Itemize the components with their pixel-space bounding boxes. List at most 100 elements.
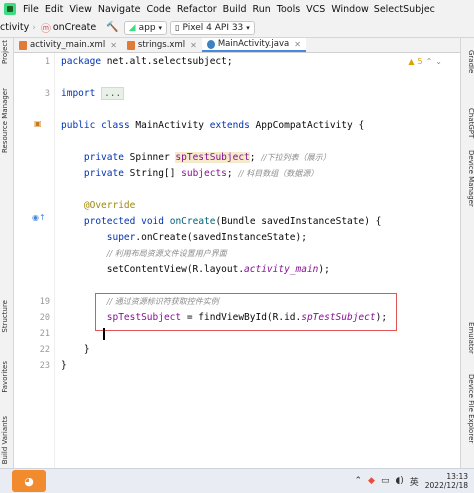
chevron-up-icon[interactable]: ⌃	[426, 57, 433, 66]
line-number: 1	[44, 57, 50, 67]
line-number: 23	[39, 361, 50, 371]
menu-window[interactable]: Window	[328, 4, 371, 15]
field-name: subjects	[181, 168, 227, 179]
menu-refactor[interactable]: Refactor	[174, 4, 220, 15]
keyword: protected	[83, 216, 136, 227]
menu-run[interactable]: Run	[250, 4, 274, 15]
right-tool-strip: Gradle ChatGPT Device Manager Emulator D…	[460, 38, 474, 468]
statement: .onCreate(savedInstanceState);	[135, 232, 307, 243]
taskbar-app-icon[interactable]: ◕	[12, 470, 46, 492]
close-icon[interactable]: ✕	[190, 41, 197, 50]
breadcrumb-separator: ›	[32, 22, 36, 33]
punctuation: );	[318, 264, 330, 275]
menu-navigate[interactable]: Navigate	[95, 4, 144, 15]
superclass: AppCompatActivity {	[249, 120, 365, 131]
network-icon[interactable]: ▭	[381, 476, 390, 486]
class-implementation-icon[interactable]: ▣	[34, 119, 42, 128]
tab-strings-xml[interactable]: strings.xml ✕	[122, 38, 202, 52]
device-label: Pixel 4 API 33	[182, 22, 244, 33]
field-name: spTestSubject	[175, 152, 250, 163]
menu-vcs[interactable]: VCS	[303, 4, 328, 15]
keyword: public	[61, 120, 96, 131]
tool-window-favorites[interactable]: Favorites	[1, 361, 13, 393]
menu-file[interactable]: File	[20, 4, 42, 15]
highlight-box	[95, 293, 397, 331]
code-line: }	[61, 360, 67, 371]
tool-window-resource-manager[interactable]: Resource Manager	[1, 88, 13, 153]
menu-code[interactable]: Code	[143, 4, 173, 15]
os-taskbar: ◕ ⌃ ◆ ▭ ◖) 英 13:13 2022/12/18	[0, 468, 474, 493]
close-icon[interactable]: ✕	[110, 41, 117, 50]
chevron-down-icon[interactable]: ⌄	[435, 57, 442, 66]
menu-build[interactable]: Build	[220, 4, 250, 15]
keyword: package	[61, 56, 102, 67]
xml-file-icon	[19, 40, 27, 50]
tool-window-device-manager[interactable]: Device Manager	[463, 150, 474, 207]
tool-window-build-variants[interactable]: Build Variants	[1, 416, 13, 464]
type-name: String[]	[123, 168, 182, 179]
statement: setContentView(R.layout.	[106, 264, 245, 275]
editor-tabs: activity_main.xml ✕ strings.xml ✕ MainAc…	[14, 38, 460, 53]
code-line: import ...	[61, 87, 125, 100]
field-name: activity_main	[244, 264, 319, 275]
code-line: public class MainActivity extends AppCom…	[61, 120, 364, 131]
punctuation: ;	[249, 152, 262, 163]
chevron-down-icon: ▾	[158, 23, 163, 32]
keyword: super	[106, 232, 136, 243]
tab-main-activity-java[interactable]: MainActivity.java ✕	[201, 38, 306, 52]
window-title: SelectSubjec	[373, 3, 435, 15]
app-tray-icon[interactable]: ◆	[368, 476, 375, 486]
run-config-select[interactable]: ◢ app ▾	[123, 20, 168, 35]
code-editor[interactable]: ▲ 5 ⌃ ⌄ package net.alt.selectsubject; i…	[54, 53, 446, 468]
hammer-icon[interactable]: 🔨	[106, 22, 118, 33]
chevron-up-icon[interactable]: ⌃	[355, 476, 363, 486]
code-line: protected void onCreate(Bundle savedInst…	[61, 216, 381, 227]
breadcrumb-class[interactable]: ctivity	[0, 22, 29, 33]
tab-activity-main-xml[interactable]: activity_main.xml ✕	[14, 38, 122, 52]
tool-window-emulator[interactable]: Emulator	[463, 322, 474, 354]
inspection-widget[interactable]: ▲ 5 ⌃ ⌄	[408, 57, 442, 66]
menu-edit[interactable]: Edit	[42, 4, 66, 15]
device-select[interactable]: ▯ Pixel 4 API 33 ▾	[170, 20, 255, 35]
code-line: package net.alt.selectsubject;	[61, 56, 233, 67]
menu-view[interactable]: View	[66, 4, 95, 15]
left-tool-strip: Project Resource Manager Structure Favor…	[0, 38, 14, 468]
xml-file-icon	[126, 40, 135, 50]
code-line: super.onCreate(savedInstanceState);	[61, 232, 307, 243]
closing-brace: }	[61, 360, 67, 371]
code-line: }	[61, 344, 90, 355]
ime-indicator[interactable]: 英	[410, 475, 419, 488]
close-icon[interactable]: ✕	[294, 40, 301, 49]
breadcrumb-method[interactable]: onCreate	[53, 22, 96, 33]
tool-window-device-file-explorer[interactable]: Device File Explorer	[463, 374, 474, 443]
android-studio-logo-icon	[4, 3, 16, 15]
warning-icon: ▲	[408, 57, 415, 66]
tool-window-structure[interactable]: Structure	[1, 300, 13, 333]
line-number: 3	[44, 89, 50, 99]
system-clock[interactable]: 13:13 2022/12/18	[425, 472, 468, 490]
run-config-label: app	[138, 22, 156, 33]
menu-tools[interactable]: Tools	[274, 4, 303, 15]
punctuation: ;	[226, 168, 239, 179]
tab-label: MainActivity.java	[217, 39, 290, 49]
line-number: 21	[39, 329, 50, 339]
keyword: private	[83, 168, 124, 179]
tool-window-project[interactable]: Project	[1, 40, 13, 64]
closing-brace: }	[83, 344, 90, 355]
code-comment: // 科目数组（数据源）	[238, 169, 319, 178]
clock-time: 13:13	[446, 472, 468, 481]
tool-window-chatgpt[interactable]: ChatGPT	[463, 108, 474, 138]
text-caret	[103, 328, 105, 340]
override-method-icon[interactable]: ◉↑	[32, 213, 46, 222]
app-icon: ◕	[24, 474, 34, 488]
code-line: private String[] subjects; // 科目数组（数据源）	[61, 168, 318, 179]
code-comment: //下拉列表（展示）	[261, 153, 331, 162]
volume-icon[interactable]: ◖)	[395, 476, 403, 486]
java-class-icon	[206, 39, 215, 49]
tool-window-gradle[interactable]: Gradle	[463, 50, 474, 73]
menu-bar: File Edit View Navigate Code Refactor Bu…	[0, 0, 474, 18]
import-fold[interactable]: ...	[101, 87, 125, 100]
keyword: import	[61, 88, 96, 99]
type-name: Spinner	[123, 152, 176, 163]
keyword: extends	[209, 120, 250, 131]
